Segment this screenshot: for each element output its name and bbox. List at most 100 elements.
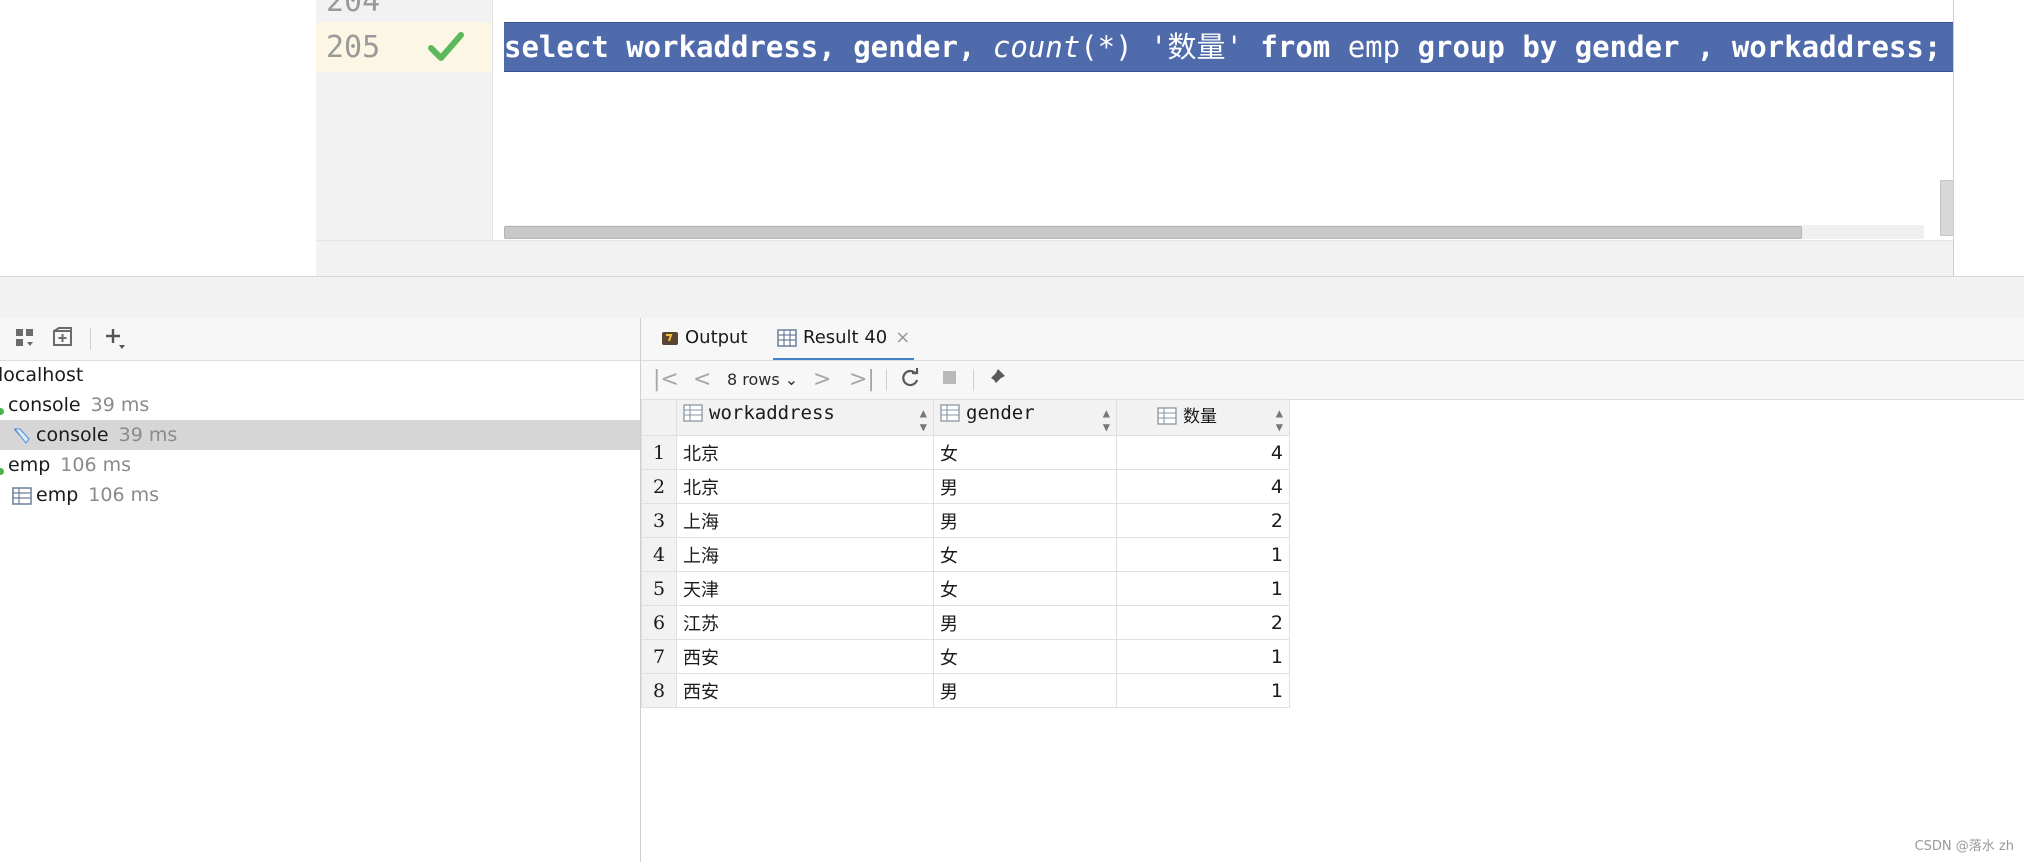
sort-icon[interactable]: ▲ ▼ — [920, 406, 927, 434]
tree-node-time: 39 ms — [118, 424, 178, 446]
tab-label: Result 40 — [803, 327, 888, 348]
tree-node-localhost[interactable]: localhost — [0, 360, 640, 390]
column-icon — [1157, 407, 1177, 425]
table-row[interactable]: 8 西安男 1 — [641, 673, 1290, 708]
cell-workaddress[interactable]: 北京 — [676, 435, 934, 470]
cell-count[interactable]: 1 — [1116, 571, 1290, 606]
watermark: CSDN @落水 zh — [1914, 839, 2014, 854]
last-page-icon[interactable]: >| — [849, 367, 875, 393]
first-page-icon[interactable]: |< — [653, 367, 679, 393]
column-header-workaddress[interactable]: workaddress ▲ ▼ — [676, 399, 934, 436]
table-icon — [777, 329, 797, 347]
tree-node-emp[interactable]: emp 106 ms — [0, 450, 640, 480]
active-status-dot — [0, 408, 4, 415]
sort-icon[interactable]: ▲ ▼ — [1103, 406, 1110, 434]
cell-gender[interactable]: 女 — [933, 639, 1117, 674]
editor-bottom-bar — [316, 240, 1954, 277]
cell-count[interactable]: 1 — [1116, 673, 1290, 708]
tab-output[interactable]: Output — [661, 318, 748, 358]
cell-count[interactable]: 2 — [1116, 503, 1290, 538]
cell-count[interactable]: 4 — [1116, 469, 1290, 504]
next-page-icon[interactable]: > — [813, 367, 831, 393]
cell-count[interactable]: 2 — [1116, 605, 1290, 640]
table-row[interactable]: 7 西安女 1 — [641, 639, 1290, 674]
rows-count: 8 rows — [727, 370, 780, 389]
vertical-scrollbar-thumb[interactable] — [1940, 180, 1954, 236]
tree-node-console[interactable]: console 39 ms — [0, 390, 640, 420]
table-row[interactable]: 4 上海女 1 — [641, 537, 1290, 572]
add-icon[interactable] — [102, 326, 128, 352]
row-number-header — [641, 399, 677, 436]
column-header-gender[interactable]: gender ▲ ▼ — [933, 399, 1117, 436]
cell-workaddress[interactable]: 西安 — [676, 673, 934, 708]
row-number: 2 — [641, 469, 677, 504]
execution-success-check-icon — [428, 32, 464, 61]
cell-gender[interactable]: 女 — [933, 537, 1117, 572]
table-row[interactable]: 6 江苏男 2 — [641, 605, 1290, 640]
row-number: 6 — [641, 605, 677, 640]
chevron-down-icon: ⌄ — [784, 370, 799, 389]
row-number: 4 — [641, 537, 677, 572]
table-row[interactable]: 3 上海男 2 — [641, 503, 1290, 538]
column-label: workaddress — [709, 401, 835, 424]
cell-gender[interactable]: 女 — [933, 435, 1117, 470]
result-grid[interactable]: workaddress ▲ ▼ gender ▲ ▼ 数量 ▲ ▼ 1 北京女 4 2 北京男 4 … — [641, 399, 1290, 708]
tree-node-label: emp — [36, 484, 79, 506]
result-toolbar: |< < 8 rows ⌄ > >| — [641, 360, 2024, 400]
selected-sql-statement[interactable]: select workaddress, gender, count(*) '数量… — [504, 22, 1954, 72]
cell-gender[interactable]: 女 — [933, 571, 1117, 606]
code-token: from — [1242, 30, 1348, 64]
tree-node-emp-table[interactable]: emp 106 ms — [0, 480, 640, 510]
row-number: 1 — [641, 435, 677, 470]
cell-count[interactable]: 4 — [1116, 435, 1290, 470]
code-token: group by gender , workaddress; — [1400, 30, 1942, 64]
cell-gender[interactable]: 男 — [933, 503, 1117, 538]
column-icon — [940, 404, 960, 422]
previous-page-icon[interactable]: < — [693, 367, 711, 393]
refresh-icon[interactable] — [899, 367, 921, 393]
cell-workaddress[interactable]: 北京 — [676, 469, 934, 504]
tab-label: Output — [685, 327, 748, 348]
editor-border — [1953, 0, 1954, 276]
output-icon — [662, 332, 678, 345]
column-header-count[interactable]: 数量 ▲ ▼ — [1116, 399, 1290, 436]
cell-workaddress[interactable]: 上海 — [676, 537, 934, 572]
cell-workaddress[interactable]: 江苏 — [676, 605, 934, 640]
cell-count[interactable]: 1 — [1116, 639, 1290, 674]
table-row[interactable]: 5 天津女 1 — [641, 571, 1290, 606]
group-by-icon[interactable] — [12, 326, 38, 352]
sort-icon[interactable]: ▲ ▼ — [1276, 406, 1283, 434]
table-row[interactable]: 1 北京女 4 — [641, 435, 1290, 470]
horizontal-scrollbar[interactable] — [504, 225, 1924, 239]
grid-header-row: workaddress ▲ ▼ gender ▲ ▼ 数量 ▲ ▼ — [641, 399, 1290, 436]
cell-workaddress[interactable]: 天津 — [676, 571, 934, 606]
code-token: (*) — [1080, 30, 1151, 64]
sql-editor[interactable]: 204 205 select workaddress, gender, coun… — [316, 0, 1954, 277]
row-number: 7 — [641, 639, 677, 674]
pin-icon[interactable] — [985, 367, 1007, 393]
cell-gender[interactable]: 男 — [933, 469, 1117, 504]
cell-workaddress[interactable]: 上海 — [676, 503, 934, 538]
horizontal-scrollbar-thumb[interactable] — [504, 226, 1802, 239]
tree-node-console-session[interactable]: console 39 ms — [0, 420, 640, 450]
cell-count[interactable]: 1 — [1116, 537, 1290, 572]
stop-icon[interactable] — [939, 367, 959, 393]
panel-divider[interactable] — [0, 276, 2024, 319]
services-toolbar — [0, 318, 640, 361]
cell-gender[interactable]: 男 — [933, 605, 1117, 640]
code-token-table: emp — [1347, 30, 1401, 64]
tree-node-time: 106 ms — [88, 484, 159, 506]
close-icon[interactable]: × — [895, 327, 910, 348]
column-icon — [683, 404, 703, 422]
rows-selector[interactable]: 8 rows ⌄ — [727, 367, 798, 393]
table-row[interactable]: 2 北京男 4 — [641, 469, 1290, 504]
tree-node-time: 39 ms — [90, 394, 150, 416]
tree-node-time: 106 ms — [60, 454, 131, 476]
line-number: 204 — [326, 0, 381, 19]
toolbar-separator — [886, 369, 887, 391]
cell-workaddress[interactable]: 西安 — [676, 639, 934, 674]
result-panel: Output Result 40 × |< < 8 rows ⌄ > >| wor… — [641, 318, 2024, 862]
new-session-icon[interactable] — [50, 326, 76, 352]
cell-gender[interactable]: 男 — [933, 673, 1117, 708]
tab-result[interactable]: Result 40 × — [773, 318, 915, 361]
